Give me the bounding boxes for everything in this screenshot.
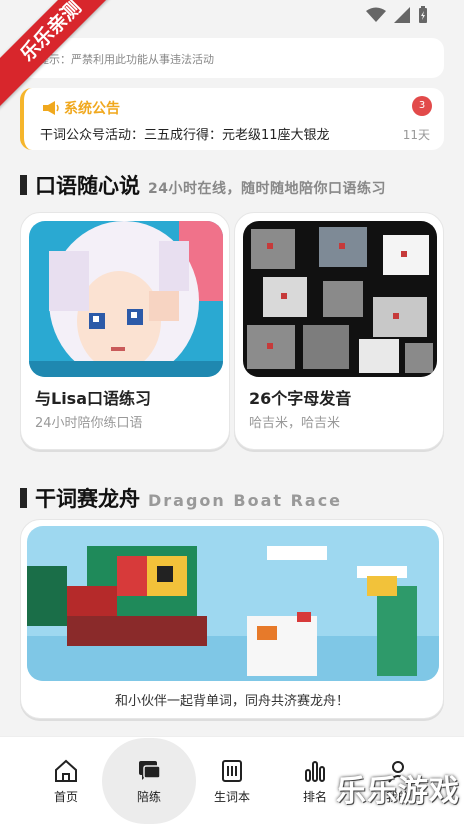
dragon-section-subtitle: Dragon Boat Race [148, 491, 343, 510]
bar-chart-icon [305, 760, 325, 782]
announcement-badge: 3 [412, 96, 432, 116]
nav-home-label: 首页 [53, 789, 78, 804]
cats-image [243, 221, 437, 377]
lisa-card-subtitle: 24小时陪你练口语 [35, 416, 143, 431]
lisa-avatar-image [29, 221, 223, 377]
nav-wordbook-label: 生词本 [213, 789, 250, 804]
nav-home[interactable]: 首页 [20, 737, 112, 824]
section-marker [20, 488, 27, 508]
nav-practice[interactable]: 陪练 [102, 737, 196, 824]
chat-icon [139, 760, 161, 780]
announcement-title: 系统公告 [42, 98, 120, 118]
notice-bar: 提示：严禁利用此功能从事违法活动 [20, 38, 444, 78]
section-marker [20, 175, 27, 195]
announcement-card[interactable]: 系统公告 3 干词公众号活动：三五成行得：元老级11座大银龙 11天 [20, 88, 444, 150]
speaking-section-header: 口语随心说 24小时在线，随时随地陪你口语练习 [20, 170, 386, 200]
dragon-boat-image [27, 526, 439, 681]
site-watermark: 乐乐游戏 [336, 774, 460, 809]
notice-text: 提示：严禁利用此功能从事违法活动 [38, 53, 214, 66]
announcement-text: 干词公众号活动：三五成行得：元老级11座大银龙 [40, 128, 330, 143]
announcement-title-text: 系统公告 [64, 101, 120, 117]
lisa-card-title: 与Lisa口语练习 [35, 389, 152, 408]
megaphone-icon [43, 101, 59, 115]
dragon-section-title: 干词赛龙舟 [35, 487, 140, 511]
nav-wordbook[interactable]: 生词本 [186, 737, 278, 824]
dragon-boat-caption: 和小伙伴一起背单词，同舟共济赛龙舟！ [114, 694, 349, 709]
announcement-time: 11天 [402, 128, 430, 142]
dragon-section-header: 干词赛龙舟 Dragon Boat Race [20, 483, 342, 513]
speaking-section-subtitle: 24小时在线，随时随地陪你口语练习 [148, 181, 386, 197]
notebook-icon [222, 759, 242, 782]
alphabet-card[interactable]: 26个字母发音 哈吉米，哈吉米 [234, 212, 444, 450]
dragon-boat-card[interactable]: 和小伙伴一起背单词，同舟共济赛龙舟！ [20, 519, 444, 719]
alphabet-card-title: 26个字母发音 [249, 389, 352, 408]
speaking-section-title: 口语随心说 [35, 174, 140, 198]
home-icon [55, 759, 77, 782]
lisa-practice-card[interactable]: 与Lisa口语练习 24小时陪你练口语 [20, 212, 230, 450]
nav-ranking-label: 排名 [302, 789, 327, 804]
signal-icon [394, 7, 410, 23]
nav-practice-label: 陪练 [136, 789, 161, 804]
battery-icon [419, 6, 427, 23]
alphabet-card-subtitle: 哈吉米，哈吉米 [249, 416, 341, 431]
status-icons [366, 6, 428, 24]
wifi-icon [366, 7, 386, 22]
